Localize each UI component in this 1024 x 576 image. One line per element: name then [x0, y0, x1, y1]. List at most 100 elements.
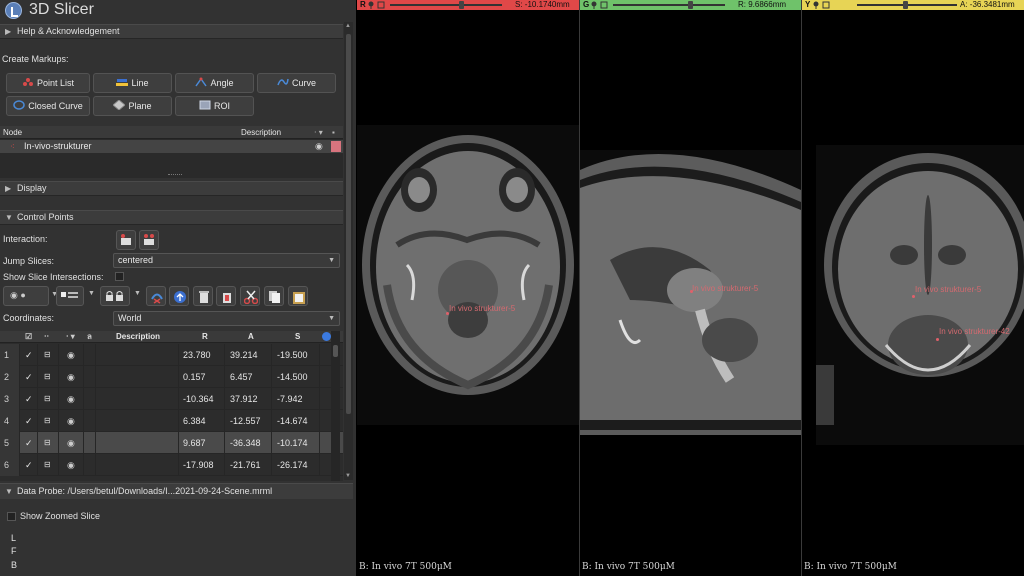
point-list-button[interactable]: Point List	[6, 73, 90, 93]
show-slice-intersections-checkbox[interactable]	[115, 272, 124, 281]
a-cell[interactable]: 6.457	[225, 366, 272, 388]
link-icon[interactable]	[822, 1, 830, 9]
link-icon[interactable]	[377, 1, 385, 9]
s-cell[interactable]: -26.174	[272, 454, 320, 476]
paste-button[interactable]	[288, 286, 308, 306]
r-cell[interactable]: 6.384	[179, 410, 225, 432]
eye-icon[interactable]: ◉	[59, 344, 84, 366]
description-cell[interactable]	[96, 344, 179, 366]
table-row[interactable]: 5 ✓ ⊟ ◉ 9.687 -36.348 -10.174	[0, 432, 343, 454]
selected-checkbox[interactable]: ✓	[20, 410, 38, 432]
pin-icon[interactable]	[367, 1, 375, 9]
panel-scrollbar-thumb[interactable]	[346, 34, 351, 414]
point-name-cell[interactable]	[84, 344, 96, 366]
eye-icon[interactable]: ◉	[59, 432, 84, 454]
chevron-down-icon[interactable]: ▼	[134, 290, 141, 297]
chevron-down-icon[interactable]: ▼	[88, 290, 95, 297]
delete-all-points-button[interactable]	[216, 286, 236, 306]
control-point-5-marker[interactable]	[912, 295, 915, 298]
a-cell[interactable]: 39.214	[225, 344, 272, 366]
description-cell[interactable]	[96, 410, 179, 432]
unset-position-button[interactable]	[146, 286, 166, 306]
point-name-cell[interactable]	[84, 410, 96, 432]
green-offset-slider-knob[interactable]	[688, 1, 693, 9]
coordinates-dropdown[interactable]: World ▼	[113, 311, 340, 326]
eye-icon[interactable]: ◉	[59, 454, 84, 476]
green-slice-viewer[interactable]: G R: 9.6866mm In vivo strukturer-5 B: In…	[580, 0, 801, 576]
description-cell[interactable]	[96, 454, 179, 476]
table-row[interactable]: 4 ✓ ⊟ ◉ 6.384 -12.557 -14.674	[0, 410, 343, 432]
control-point-42-marker[interactable]	[936, 338, 939, 341]
copy-button[interactable]	[264, 286, 284, 306]
red-offset-slider-track[interactable]	[390, 4, 502, 6]
point-name-cell[interactable]	[84, 454, 96, 476]
splitter-handle[interactable]	[168, 174, 182, 176]
point-name-cell[interactable]	[84, 366, 96, 388]
cut-button[interactable]	[240, 286, 260, 306]
selected-checkbox[interactable]: ✓	[20, 432, 38, 454]
line-button[interactable]: Line	[93, 73, 172, 93]
display-section-header[interactable]: ▶ Display	[0, 181, 343, 196]
plane-button[interactable]: Plane	[93, 96, 172, 116]
node-color-swatch[interactable]	[331, 141, 341, 152]
link-icon[interactable]	[600, 1, 608, 9]
a-cell[interactable]: 37.912	[225, 388, 272, 410]
roi-button[interactable]: ROI	[175, 96, 254, 116]
green-offset-slider-track[interactable]	[613, 4, 725, 6]
r-cell[interactable]: 9.687	[179, 432, 225, 454]
pin-icon[interactable]	[590, 1, 598, 9]
lock-icon[interactable]: ⊟	[38, 432, 59, 454]
place-multiple-points-button[interactable]	[139, 230, 159, 250]
closed-curve-button[interactable]: Closed Curve	[6, 96, 90, 116]
eye-icon[interactable]: ◉	[315, 140, 323, 153]
point-name-cell[interactable]	[84, 432, 96, 454]
selected-checkbox[interactable]: ✓	[20, 454, 38, 476]
delete-points-button[interactable]	[193, 286, 213, 306]
visibility-dropdown-button[interactable]: ◉ ● ▼	[3, 286, 58, 306]
a-cell[interactable]: -21.761	[225, 454, 272, 476]
s-cell[interactable]: -7.942	[272, 388, 320, 410]
lock-icon[interactable]: ⊟	[38, 410, 59, 432]
red-slice-viewer[interactable]: R S: -10.1740mm In vivo strukturer-5 B: …	[357, 0, 579, 576]
help-section-header[interactable]: ▶ Help & Acknowledgement	[0, 24, 343, 39]
a-cell[interactable]: -36.348	[225, 432, 272, 454]
a-cell[interactable]: -12.557	[225, 410, 272, 432]
s-cell[interactable]: -19.500	[272, 344, 320, 366]
pin-icon[interactable]	[812, 1, 820, 9]
eye-icon[interactable]: ◉	[59, 388, 84, 410]
table-row[interactable]: 6 ✓ ⊟ ◉ -17.908 -21.761 -26.174	[0, 454, 343, 476]
jump-slices-dropdown[interactable]: centered ▼	[113, 253, 340, 268]
s-cell[interactable]: -10.174	[272, 432, 320, 454]
restore-position-button[interactable]	[169, 286, 189, 306]
selected-dropdown-button[interactable]	[56, 286, 84, 306]
description-cell[interactable]	[96, 366, 179, 388]
selected-checkbox[interactable]: ✓	[20, 366, 38, 388]
red-offset-slider-knob[interactable]	[459, 1, 464, 9]
selected-checkbox[interactable]: ✓	[20, 344, 38, 366]
table-row[interactable]: 3 ✓ ⊟ ◉ -10.364 37.912 -7.942	[0, 388, 343, 410]
table-scrollbar-thumb[interactable]	[333, 345, 338, 357]
data-probe-header[interactable]: ▼ Data Probe: /Users/betul/Downloads/I..…	[0, 483, 353, 499]
table-scrollbar[interactable]	[331, 331, 340, 481]
lock-icon[interactable]: ⊟	[38, 344, 59, 366]
eye-icon[interactable]: ◉	[59, 366, 84, 388]
lock-icon[interactable]: ⊟	[38, 454, 59, 476]
scroll-up-icon[interactable]: ▲	[345, 23, 351, 29]
node-row-in-vivo-strukturer[interactable]: ⁖ In-vivo-strukturer ◉	[0, 140, 343, 153]
selected-checkbox[interactable]: ✓	[20, 388, 38, 410]
s-cell[interactable]: -14.674	[272, 410, 320, 432]
lock-icon[interactable]: ⊟	[38, 388, 59, 410]
description-cell[interactable]	[96, 432, 179, 454]
table-row[interactable]: 2 ✓ ⊟ ◉ 0.157 6.457 -14.500	[0, 366, 343, 388]
table-row[interactable]: 1 ✓ ⊟ ◉ 23.780 39.214 -19.500	[0, 344, 343, 366]
scroll-down-icon[interactable]: ▼	[345, 473, 351, 479]
r-cell[interactable]: -17.908	[179, 454, 225, 476]
s-cell[interactable]: -14.500	[272, 366, 320, 388]
lock-dropdown-button[interactable]	[100, 286, 130, 306]
yellow-slice-viewer[interactable]: Y A: -36.3481mm In vivo strukturer-5 In …	[802, 0, 1024, 576]
angle-button[interactable]: Angle	[175, 73, 254, 93]
yellow-offset-slider-knob[interactable]	[903, 1, 908, 9]
show-zoomed-slice-checkbox[interactable]	[7, 512, 16, 521]
lock-icon[interactable]: ⊟	[38, 366, 59, 388]
r-cell[interactable]: 23.780	[179, 344, 225, 366]
